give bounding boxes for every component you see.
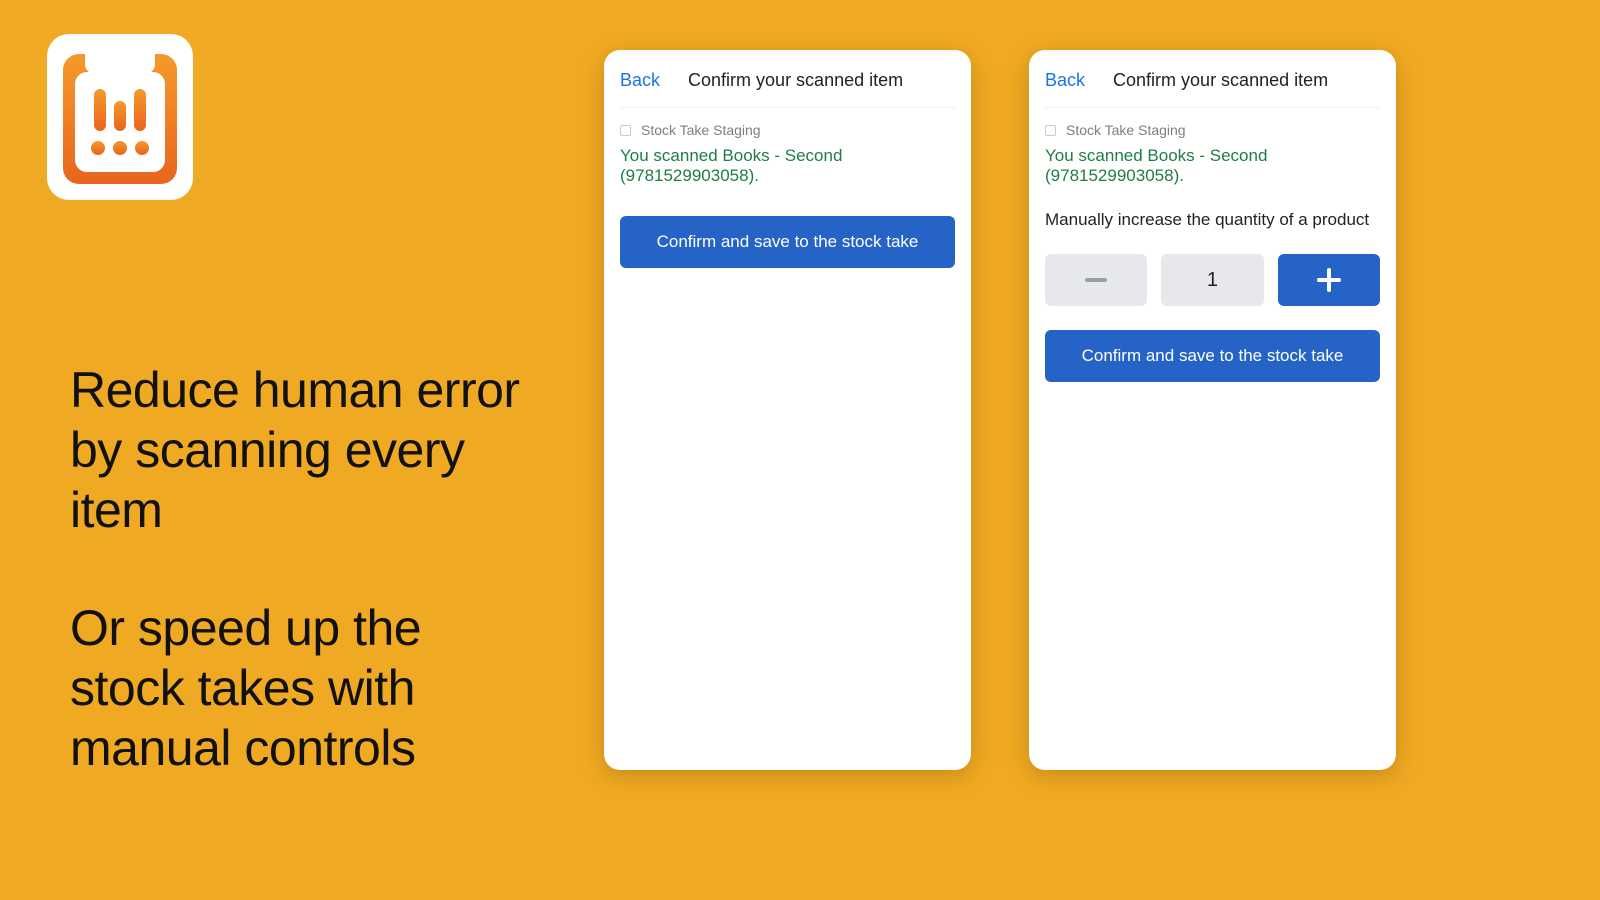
- manual-quantity-label: Manually increase the quantity of a prod…: [1045, 210, 1380, 230]
- confirm-save-button[interactable]: Confirm and save to the stock take: [620, 216, 955, 268]
- breadcrumb-icon: [1045, 125, 1056, 136]
- breadcrumb-label: Stock Take Staging: [1066, 122, 1186, 138]
- breadcrumb[interactable]: Stock Take Staging: [620, 122, 955, 138]
- scanned-message: You scanned Books - Second (978152990305…: [1045, 146, 1380, 186]
- decrement-button[interactable]: [1045, 254, 1147, 306]
- app-icon-notch: [85, 46, 155, 74]
- back-button[interactable]: Back: [1045, 70, 1085, 91]
- app-icon-bars: [94, 89, 146, 131]
- marketing-line-2: Or speed up the stock takes with manual …: [70, 598, 530, 778]
- breadcrumb-icon: [620, 125, 631, 136]
- confirm-scan-manual-panel: Back Confirm your scanned item Stock Tak…: [1029, 50, 1396, 770]
- quantity-value[interactable]: 1: [1161, 254, 1263, 306]
- app-icon-dots: [91, 141, 149, 155]
- panel-title: Confirm your scanned item: [1113, 70, 1328, 91]
- increment-button[interactable]: [1278, 254, 1380, 306]
- plus-icon: [1317, 268, 1341, 292]
- confirm-save-button[interactable]: Confirm and save to the stock take: [1045, 330, 1380, 382]
- app-icon-inner: [63, 54, 177, 184]
- marketing-line-1: Reduce human error by scanning every ite…: [70, 360, 530, 540]
- confirm-scan-panel: Back Confirm your scanned item Stock Tak…: [604, 50, 971, 770]
- marketing-copy: Reduce human error by scanning every ite…: [70, 360, 530, 778]
- breadcrumb-label: Stock Take Staging: [641, 122, 761, 138]
- app-icon: [47, 34, 193, 200]
- scanned-message: You scanned Books - Second (978152990305…: [620, 146, 955, 186]
- panel-title: Confirm your scanned item: [688, 70, 903, 91]
- quantity-stepper: 1: [1045, 254, 1380, 306]
- breadcrumb[interactable]: Stock Take Staging: [1045, 122, 1380, 138]
- minus-icon: [1085, 278, 1107, 282]
- app-icon-content: [75, 72, 165, 172]
- panel-header: Back Confirm your scanned item: [620, 64, 955, 108]
- panel-header: Back Confirm your scanned item: [1045, 64, 1380, 108]
- back-button[interactable]: Back: [620, 70, 660, 91]
